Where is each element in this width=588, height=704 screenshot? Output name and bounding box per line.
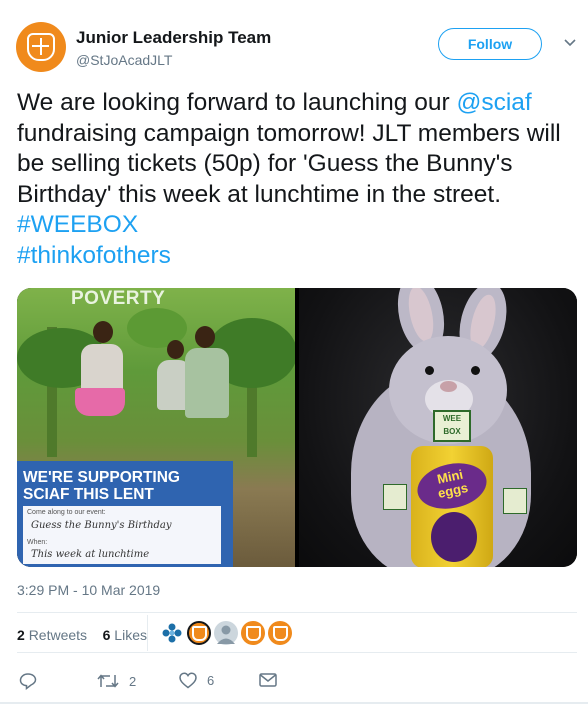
tweet-stats: 2 Retweets 6 Likes xyxy=(17,627,147,643)
follow-button[interactable]: Follow xyxy=(438,28,542,60)
liker-avatar[interactable] xyxy=(241,621,265,645)
child-figure xyxy=(75,388,125,416)
weebox-label-line: WEE xyxy=(442,414,462,423)
poster-heading-line: SCIAF THIS LENT xyxy=(23,486,154,503)
like-button[interactable]: 6 xyxy=(179,672,214,689)
poster-heading: WE'RE SUPPORTING SCIAF THIS LENT xyxy=(23,469,180,503)
flower-logo-icon xyxy=(162,623,182,643)
mini-eggs-box: Mini eggs xyxy=(411,446,493,567)
tweet-text-part: fundraising campaign tomorrow! JLT membe… xyxy=(17,119,561,208)
divider xyxy=(17,652,577,653)
liker-avatar[interactable] xyxy=(187,621,211,645)
poster-form: Come along to our event: Guess the Bunny… xyxy=(23,506,221,564)
tweet-media[interactable]: POVERTY WE'RE SUPPORTING SCIAF THIS LENT… xyxy=(17,288,577,567)
tweet-text-part: We are looking forward to launching our xyxy=(17,89,450,116)
child-figure xyxy=(167,340,184,359)
liker-avatar[interactable] xyxy=(268,621,292,645)
poster-photo[interactable]: POVERTY WE'RE SUPPORTING SCIAF THIS LENT… xyxy=(17,288,295,567)
direct-message-button[interactable] xyxy=(259,672,277,688)
bunny-eye xyxy=(425,366,434,375)
child-figure xyxy=(81,344,123,392)
shield-logo-icon xyxy=(27,33,55,61)
poster-handwriting: Guess the Bunny's Birthday xyxy=(31,520,172,531)
retweets-stat[interactable]: 2 Retweets xyxy=(17,627,87,643)
author-name[interactable]: Junior Leadership Team xyxy=(76,28,271,48)
weebox-label-line: BOX xyxy=(443,427,461,436)
likes-label: Likes xyxy=(114,627,147,643)
chevron-down-icon[interactable] xyxy=(562,34,578,50)
poster-banner-text: POVERTY xyxy=(71,288,166,309)
retweet-button[interactable]: 2 xyxy=(97,672,136,690)
author-handle[interactable]: @StJoAcadJLT xyxy=(76,52,172,68)
bunny-eye xyxy=(471,366,480,375)
poster-form-label: When: xyxy=(27,539,48,546)
likes-count: 6 xyxy=(102,627,111,643)
mention-link[interactable]: @sciaf xyxy=(456,89,531,116)
envelope-icon xyxy=(259,673,277,687)
poster-form-label: Come along to our event: xyxy=(27,509,106,516)
default-profile-icon xyxy=(217,625,235,644)
tweet-header: Junior Leadership Team @StJoAcadJLT Foll… xyxy=(16,20,578,72)
weebox-box: WEE BOX xyxy=(433,410,471,442)
retweet-icon xyxy=(97,674,119,688)
bunny-ear-inner xyxy=(404,288,438,344)
retweets-label: Retweets xyxy=(28,627,88,643)
shield-logo-icon xyxy=(191,625,207,641)
bunny-photo[interactable]: Mini eggs WEE BOX xyxy=(299,288,577,567)
author-avatar[interactable] xyxy=(16,22,66,72)
reply-icon xyxy=(19,673,37,690)
heart-icon xyxy=(179,672,197,689)
tweet-timestamp[interactable]: 3:29 PM - 10 Mar 2019 xyxy=(17,582,160,598)
liker-avatars xyxy=(147,615,292,651)
shield-logo-icon xyxy=(272,625,288,641)
retweets-count: 2 xyxy=(17,627,25,643)
divider xyxy=(17,612,577,613)
poster-handwriting: This week at lunchtime xyxy=(31,549,150,560)
bunny-nose xyxy=(440,381,457,392)
child-figure xyxy=(195,326,215,348)
retweet-count: 2 xyxy=(129,673,137,689)
liker-avatar[interactable] xyxy=(160,621,184,645)
mini-box xyxy=(503,488,527,514)
mini-eggs-label: Mini eggs xyxy=(413,457,491,515)
like-count: 6 xyxy=(207,673,215,688)
tweet-actions: 2 6 xyxy=(17,672,577,696)
child-figure xyxy=(185,348,229,418)
hashtag-link[interactable]: #thinkofothers xyxy=(17,242,171,269)
mini-box xyxy=(383,484,407,510)
likes-stat[interactable]: 6 Likes xyxy=(103,627,147,643)
child-figure xyxy=(93,321,113,343)
tweet-text: We are looking forward to launching our … xyxy=(17,88,577,271)
poster-sign: WE'RE SUPPORTING SCIAF THIS LENT Come al… xyxy=(17,461,233,567)
shield-logo-icon xyxy=(245,625,261,641)
egg-graphic xyxy=(431,512,477,562)
hashtag-link[interactable]: #WEEBOX xyxy=(17,211,138,238)
liker-avatar[interactable] xyxy=(214,621,238,645)
reply-button[interactable] xyxy=(19,672,37,690)
poster-heading-line: WE'RE SUPPORTING xyxy=(23,469,180,486)
